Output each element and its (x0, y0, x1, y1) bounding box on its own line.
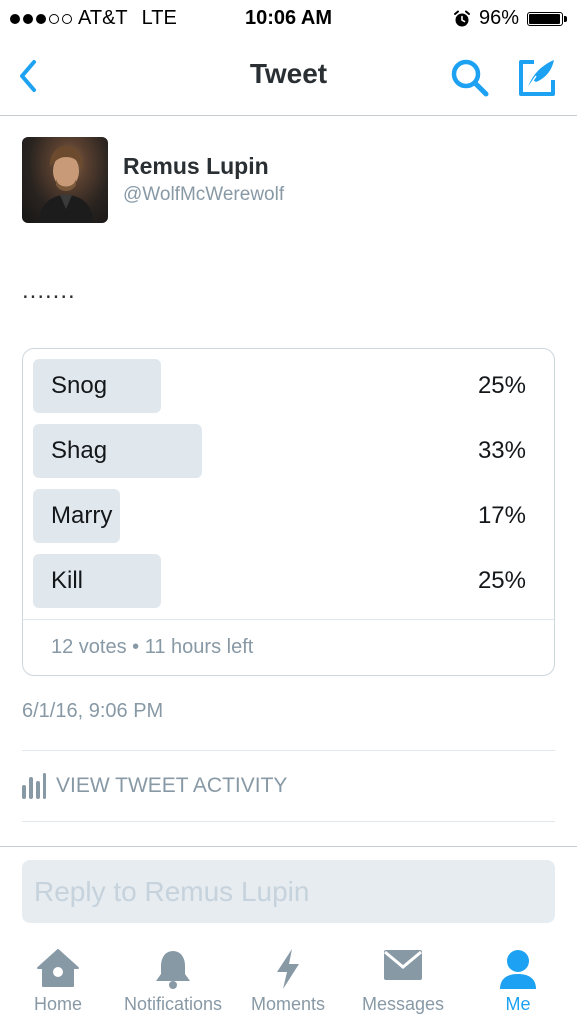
compose-tweet-button[interactable] (514, 54, 560, 100)
home-icon (37, 949, 79, 987)
battery-percent: 96% (478, 7, 519, 29)
divider (22, 821, 555, 822)
battery-icon (527, 11, 567, 26)
tweet-author: Remus Lupin @WolfMcWerewolf (22, 137, 555, 227)
poll-footer: 12 votes • 11 hours left (51, 636, 254, 658)
poll-divider (23, 619, 554, 620)
tab-label: Me (505, 994, 531, 1014)
search-icon (451, 59, 489, 97)
poll-card: Snog 25% Shag 33% Marry 17% Kill 25% 12 … (22, 348, 555, 676)
avatar[interactable] (22, 137, 108, 223)
bell-icon (156, 951, 190, 989)
poll-option-percent: 25% (477, 372, 526, 399)
tab-label: Notifications (123, 994, 223, 1014)
profile-photo (38, 145, 94, 223)
poll-option: Kill 25% (33, 554, 544, 608)
poll-option: Snog 25% (33, 359, 544, 413)
tab-label: Moments (250, 994, 326, 1014)
lightning-icon (277, 949, 299, 989)
tab-label: Home (33, 994, 82, 1014)
view-tweet-activity-button[interactable]: VIEW TWEET ACTIVITY (22, 771, 287, 801)
alarm-clock-icon (453, 10, 470, 26)
divider (22, 750, 555, 751)
tab-notifications[interactable]: Notifications (116, 938, 230, 1024)
tab-bar: Home Notifications Moments Messages Me (0, 938, 577, 1024)
poll-option-label: Kill (51, 567, 84, 594)
tweet-text: ....... (22, 277, 76, 304)
poll-option-label: Shag (51, 437, 108, 464)
poll-option: Marry 17% (33, 489, 544, 543)
navigation-bar: Tweet (0, 38, 577, 116)
status-right: 96% (453, 7, 567, 30)
poll-option-percent: 33% (477, 437, 526, 464)
poll-option-label: Marry (51, 502, 113, 529)
poll-option-label: Snog (51, 372, 108, 399)
reply-input[interactable] (22, 860, 555, 923)
search-button[interactable] (448, 56, 492, 100)
tab-home[interactable]: Home (14, 938, 102, 1024)
reply-bar (0, 846, 577, 939)
poll-option: Shag 33% (33, 424, 544, 478)
tab-me[interactable]: Me (474, 938, 562, 1024)
bar-chart-icon (22, 773, 46, 799)
tab-messages[interactable]: Messages (356, 938, 450, 1024)
poll-option-percent: 17% (477, 502, 526, 529)
poll-option-percent: 25% (477, 567, 526, 594)
tweet-timestamp: 6/1/16, 9:06 PM (22, 700, 164, 722)
status-bar: AT&T LTE 10:06 AM 96% (0, 0, 577, 38)
envelope-icon (384, 950, 422, 980)
tab-moments[interactable]: Moments (244, 938, 332, 1024)
author-name[interactable]: Remus Lupin (123, 153, 269, 180)
view-tweet-activity-label: VIEW TWEET ACTIVITY (56, 774, 288, 797)
person-icon (500, 950, 536, 989)
battery-fill (529, 13, 560, 24)
tab-label: Messages (361, 994, 445, 1014)
compose-tweet-icon (519, 60, 555, 96)
author-handle[interactable]: @WolfMcWerewolf (123, 184, 284, 206)
